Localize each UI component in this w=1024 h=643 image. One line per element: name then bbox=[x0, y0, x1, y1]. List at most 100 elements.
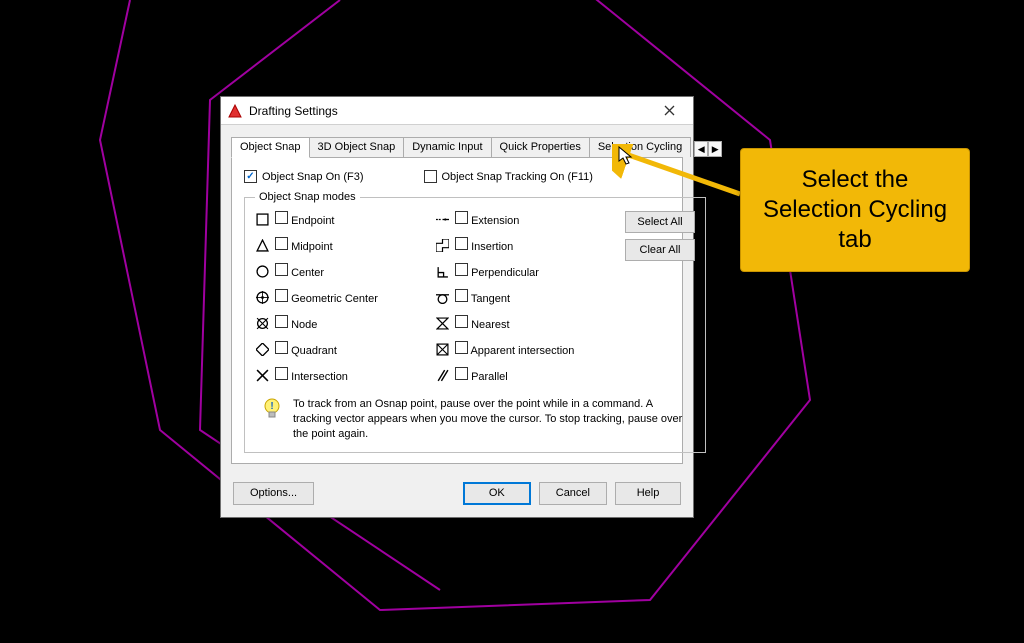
checkbox-label: Object Snap Tracking On (F11) bbox=[442, 171, 593, 183]
cancel-button[interactable]: Cancel bbox=[539, 482, 607, 505]
callout-text: Select the Selection Cycling tab bbox=[763, 166, 947, 253]
nearest-icon bbox=[435, 316, 449, 330]
mode-label: Intersection bbox=[291, 371, 348, 383]
tab-label: Object Snap bbox=[240, 141, 301, 153]
modes-right-column: Extension Insertion Perpendicular Tangen… bbox=[435, 211, 625, 383]
endpoint-checkbox[interactable]: Endpoint bbox=[275, 211, 335, 227]
insertion-checkbox[interactable]: Insertion bbox=[455, 237, 513, 253]
mode-label: Node bbox=[291, 319, 317, 331]
tab-selection-cycling[interactable]: Selection Cycling bbox=[589, 137, 691, 157]
tab-strip: Object Snap 3D Object Snap Dynamic Input… bbox=[231, 135, 683, 157]
svg-text:!: ! bbox=[270, 401, 273, 412]
checkbox-icon bbox=[275, 237, 288, 250]
tip-text: To track from an Osnap point, pause over… bbox=[293, 397, 689, 442]
tab-label: 3D Object Snap bbox=[318, 141, 396, 153]
checkbox-icon bbox=[275, 367, 288, 380]
annotation-callout: Select the Selection Cycling tab bbox=[740, 148, 970, 272]
checkbox-icon bbox=[244, 170, 257, 183]
tangent-icon bbox=[435, 290, 449, 304]
dialog-footer: Options... OK Cancel Help bbox=[221, 474, 693, 517]
midpoint-icon bbox=[255, 238, 269, 252]
checkbox-label: Object Snap On (F3) bbox=[262, 171, 364, 183]
tab-dynamic-input[interactable]: Dynamic Input bbox=[403, 137, 491, 157]
endpoint-icon bbox=[255, 212, 269, 226]
quadrant-checkbox[interactable]: Quadrant bbox=[275, 341, 337, 357]
perpendicular-icon bbox=[435, 264, 449, 278]
checkbox-icon bbox=[275, 341, 288, 354]
mode-label: Extension bbox=[471, 215, 519, 227]
geometric-center-checkbox[interactable]: Geometric Center bbox=[275, 289, 378, 305]
extension-icon bbox=[435, 212, 449, 226]
parallel-checkbox[interactable]: Parallel bbox=[455, 367, 508, 383]
mode-label: Quadrant bbox=[291, 345, 337, 357]
intersection-icon bbox=[255, 368, 269, 382]
app-icon bbox=[227, 103, 243, 119]
checkbox-icon bbox=[275, 315, 288, 328]
tab-scroll-left[interactable]: ◀ bbox=[694, 141, 708, 157]
select-all-button[interactable]: Select All bbox=[625, 211, 695, 233]
checkbox-icon bbox=[455, 367, 468, 380]
mode-label: Tangent bbox=[471, 293, 510, 305]
tab-object-snap[interactable]: Object Snap bbox=[231, 137, 310, 158]
tangent-checkbox[interactable]: Tangent bbox=[455, 289, 510, 305]
mode-label: Geometric Center bbox=[291, 293, 378, 305]
object-snap-on-checkbox[interactable]: Object Snap On (F3) bbox=[244, 170, 364, 183]
checkbox-icon bbox=[275, 289, 288, 302]
geometric-center-icon bbox=[255, 290, 269, 304]
midpoint-checkbox[interactable]: Midpoint bbox=[275, 237, 333, 253]
tab-panel: Object Snap On (F3) Object Snap Tracking… bbox=[231, 157, 683, 464]
mode-label: Midpoint bbox=[291, 241, 333, 253]
insertion-icon bbox=[435, 238, 449, 252]
nearest-checkbox[interactable]: Nearest bbox=[455, 315, 510, 331]
titlebar: Drafting Settings bbox=[221, 97, 693, 125]
tab-quick-properties[interactable]: Quick Properties bbox=[491, 137, 590, 157]
checkbox-icon bbox=[455, 263, 468, 276]
modes-legend: Object Snap modes bbox=[255, 191, 360, 203]
node-checkbox[interactable]: Node bbox=[275, 315, 317, 331]
clear-all-button[interactable]: Clear All bbox=[625, 239, 695, 261]
mode-label: Parallel bbox=[471, 371, 508, 383]
tab-3d-object-snap[interactable]: 3D Object Snap bbox=[309, 137, 405, 157]
node-icon bbox=[255, 316, 269, 330]
mode-label: Apparent intersection bbox=[470, 345, 574, 357]
checkbox-icon bbox=[275, 263, 288, 276]
parallel-icon bbox=[435, 368, 449, 382]
apparent-intersection-icon bbox=[435, 342, 449, 356]
checkbox-icon bbox=[455, 237, 468, 250]
checkbox-icon bbox=[455, 341, 468, 354]
mode-label: Perpendicular bbox=[471, 267, 539, 279]
drafting-settings-dialog: Drafting Settings Object Snap 3D Object … bbox=[220, 96, 694, 518]
checkbox-icon bbox=[455, 315, 468, 328]
tab-scroll: ◀ ▶ bbox=[694, 141, 722, 157]
dialog-title: Drafting Settings bbox=[249, 104, 651, 118]
apparent-intersection-checkbox[interactable]: Apparent intersection bbox=[455, 341, 574, 357]
tab-label: Dynamic Input bbox=[412, 141, 482, 153]
checkbox-icon bbox=[424, 170, 437, 183]
center-icon bbox=[255, 264, 269, 278]
ok-button[interactable]: OK bbox=[463, 482, 531, 505]
modes-buttons-column: Select All Clear All bbox=[625, 211, 695, 383]
checkbox-icon bbox=[455, 211, 468, 224]
mode-label: Endpoint bbox=[291, 215, 334, 227]
object-snap-tracking-on-checkbox[interactable]: Object Snap Tracking On (F11) bbox=[424, 170, 593, 183]
tab-label: Quick Properties bbox=[500, 141, 581, 153]
checkbox-icon bbox=[455, 289, 468, 302]
modes-left-column: Endpoint Midpoint Center Geometric Cente… bbox=[255, 211, 435, 383]
tip-row: ! To track from an Osnap point, pause ov… bbox=[255, 397, 695, 442]
checkbox-icon bbox=[275, 211, 288, 224]
quadrant-icon bbox=[255, 342, 269, 356]
intersection-checkbox[interactable]: Intersection bbox=[275, 367, 348, 383]
mode-label: Insertion bbox=[471, 241, 513, 253]
tab-scroll-right[interactable]: ▶ bbox=[708, 141, 722, 157]
tab-label: Selection Cycling bbox=[598, 141, 682, 153]
center-checkbox[interactable]: Center bbox=[275, 263, 324, 279]
mode-label: Center bbox=[291, 267, 324, 279]
help-button[interactable]: Help bbox=[615, 482, 681, 505]
mode-label: Nearest bbox=[471, 319, 510, 331]
lightbulb-icon: ! bbox=[261, 397, 283, 442]
options-button[interactable]: Options... bbox=[233, 482, 314, 505]
close-button[interactable] bbox=[651, 100, 687, 122]
extension-checkbox[interactable]: Extension bbox=[455, 211, 519, 227]
object-snap-modes-group: Object Snap modes Endpoint Midpoint Cent… bbox=[244, 191, 706, 453]
perpendicular-checkbox[interactable]: Perpendicular bbox=[455, 263, 539, 279]
